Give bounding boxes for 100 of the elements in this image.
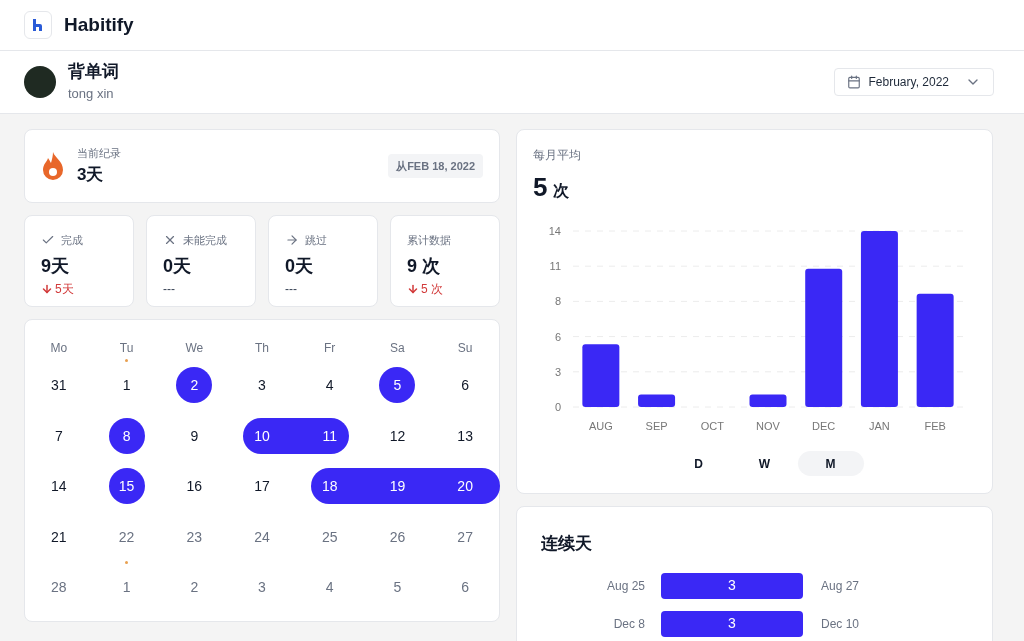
calendar-day[interactable]: 16 — [186, 460, 203, 513]
stat-change: --- — [285, 280, 297, 298]
axis-category-label: SEP — [645, 420, 668, 432]
streak-label: 当前纪录 — [77, 146, 121, 161]
calendar-day[interactable]: 10 — [254, 409, 270, 462]
calendar-day[interactable]: 2 — [190, 561, 199, 614]
calendar-day[interactable]: 9 — [190, 409, 199, 462]
avatar — [24, 66, 56, 98]
calendar-day[interactable]: 18 — [321, 460, 338, 513]
axis-tick-label: 8 — [554, 295, 561, 308]
month-picker[interactable]: February, 2022 — [833, 68, 994, 96]
user-name: tong xin — [68, 85, 115, 104]
calendar-day[interactable]: 5 — [393, 561, 402, 614]
completed-day-marker — [176, 367, 213, 403]
calendar-day[interactable]: 6 — [461, 561, 470, 614]
calendar-day[interactable]: 22 — [118, 510, 135, 563]
calendar-day[interactable]: 12 — [389, 409, 406, 462]
calendar-day[interactable]: 2 — [190, 359, 199, 412]
stat-change: 5天 — [55, 280, 74, 298]
stat-value: 9 次 — [407, 254, 441, 278]
weekday-label: Tu — [119, 340, 134, 357]
streak-start-date: 从FEB 18, 2022 — [388, 153, 483, 179]
axis-category-label: DEC — [812, 420, 836, 432]
stat-value: 9天 — [41, 254, 70, 278]
calendar-day[interactable]: 5 — [393, 359, 402, 412]
axis-category-label: NOV — [756, 420, 780, 432]
calendar-day[interactable]: 13 — [457, 409, 473, 462]
streak-start: Dec 8 — [612, 615, 646, 633]
calendar-day[interactable]: 25 — [321, 510, 338, 563]
axis-category-label: JAN — [869, 420, 890, 432]
calendar-day[interactable]: 3 — [258, 359, 266, 412]
calendar-day[interactable]: 17 — [254, 460, 270, 513]
axis-category-label: OCT — [700, 420, 724, 432]
calendar-day[interactable]: 1 — [122, 561, 131, 614]
completed-day-marker — [379, 367, 416, 403]
calendar-day[interactable]: 15 — [118, 460, 135, 513]
calendar-day[interactable]: 7 — [54, 409, 63, 462]
calendar-day[interactable]: 28 — [51, 561, 67, 614]
period-tab[interactable]: D — [665, 451, 732, 476]
calendar-day[interactable]: 27 — [457, 510, 473, 563]
completed-day-marker — [243, 417, 296, 454]
axis-tick-label: 3 — [554, 365, 561, 378]
calendar-day[interactable]: 20 — [457, 460, 473, 513]
habit-title: 背单词 — [68, 61, 119, 84]
calendar-day[interactable]: 11 — [322, 409, 337, 462]
app-logo — [24, 11, 52, 39]
axis-tick-label: 0 — [554, 401, 561, 413]
completed-day-marker — [295, 417, 349, 454]
axis-category-label: FEB — [924, 420, 946, 432]
calendar-day[interactable]: 19 — [389, 460, 406, 513]
completed-day-marker — [108, 468, 145, 504]
calendar-day[interactable]: 3 — [258, 561, 266, 614]
axis-tick-label: 14 — [548, 225, 561, 237]
stat-change: --- — [163, 280, 175, 298]
axis-tick-label: 11 — [549, 260, 561, 273]
calendar-day[interactable]: 6 — [461, 359, 470, 412]
calendar-icon — [846, 75, 861, 89]
stat-label: 跳过 — [305, 233, 327, 248]
stat-value: 0天 — [163, 254, 192, 278]
streak-end: Dec 10 — [820, 615, 860, 633]
weekday-label: Sa — [390, 340, 405, 357]
app-name: Habitify — [64, 12, 134, 37]
chart-bar — [582, 344, 620, 407]
calendar-day[interactable]: 1 — [122, 359, 131, 412]
calendar-day[interactable]: 21 — [51, 510, 67, 563]
streak-end: Aug 27 — [820, 577, 860, 595]
average-value: 5 — [533, 171, 548, 204]
streak-bar: 3 — [661, 572, 803, 599]
weekday-label: Fr — [324, 340, 336, 357]
calendar-day[interactable]: 4 — [325, 561, 334, 614]
calendar-day[interactable]: 8 — [122, 409, 131, 462]
stat-label: 累计数据 — [407, 233, 451, 248]
stat-value: 0天 — [285, 254, 314, 278]
average-label: 每月平均 — [533, 147, 582, 164]
completed-day-marker — [310, 468, 364, 504]
calendar-day[interactable]: 14 — [51, 460, 67, 513]
completed-day-marker — [108, 417, 145, 454]
axis-tick-label: 6 — [554, 330, 561, 343]
chart-bar — [749, 394, 787, 407]
calendar-day[interactable]: 23 — [186, 510, 203, 563]
weekday-label: Su — [457, 340, 473, 357]
flame-icon — [41, 151, 65, 181]
period-tab[interactable]: W — [731, 451, 798, 476]
calendar-day[interactable]: 26 — [389, 510, 406, 563]
calendar-day[interactable]: 4 — [325, 359, 334, 412]
arrow-down-icon — [407, 282, 419, 295]
calendar-day[interactable]: 31 — [51, 359, 67, 412]
streak-value: 3天 — [77, 163, 105, 186]
streak-bar: 3 — [661, 610, 803, 637]
streaks-title: 连续天 — [541, 533, 593, 555]
weekday-label: Mo — [50, 340, 68, 357]
weekday-label: We — [185, 340, 204, 357]
arrow-down-icon — [41, 282, 53, 295]
stat-change: 5 次 — [421, 280, 443, 298]
period-tab[interactable]: M — [797, 451, 864, 476]
stat-label: 未能完成 — [183, 233, 227, 248]
calendar-day[interactable]: 24 — [254, 510, 270, 563]
weekday-label: Th — [255, 340, 269, 357]
streak-start: Aug 25 — [605, 577, 646, 595]
average-unit: 次 — [553, 181, 570, 201]
